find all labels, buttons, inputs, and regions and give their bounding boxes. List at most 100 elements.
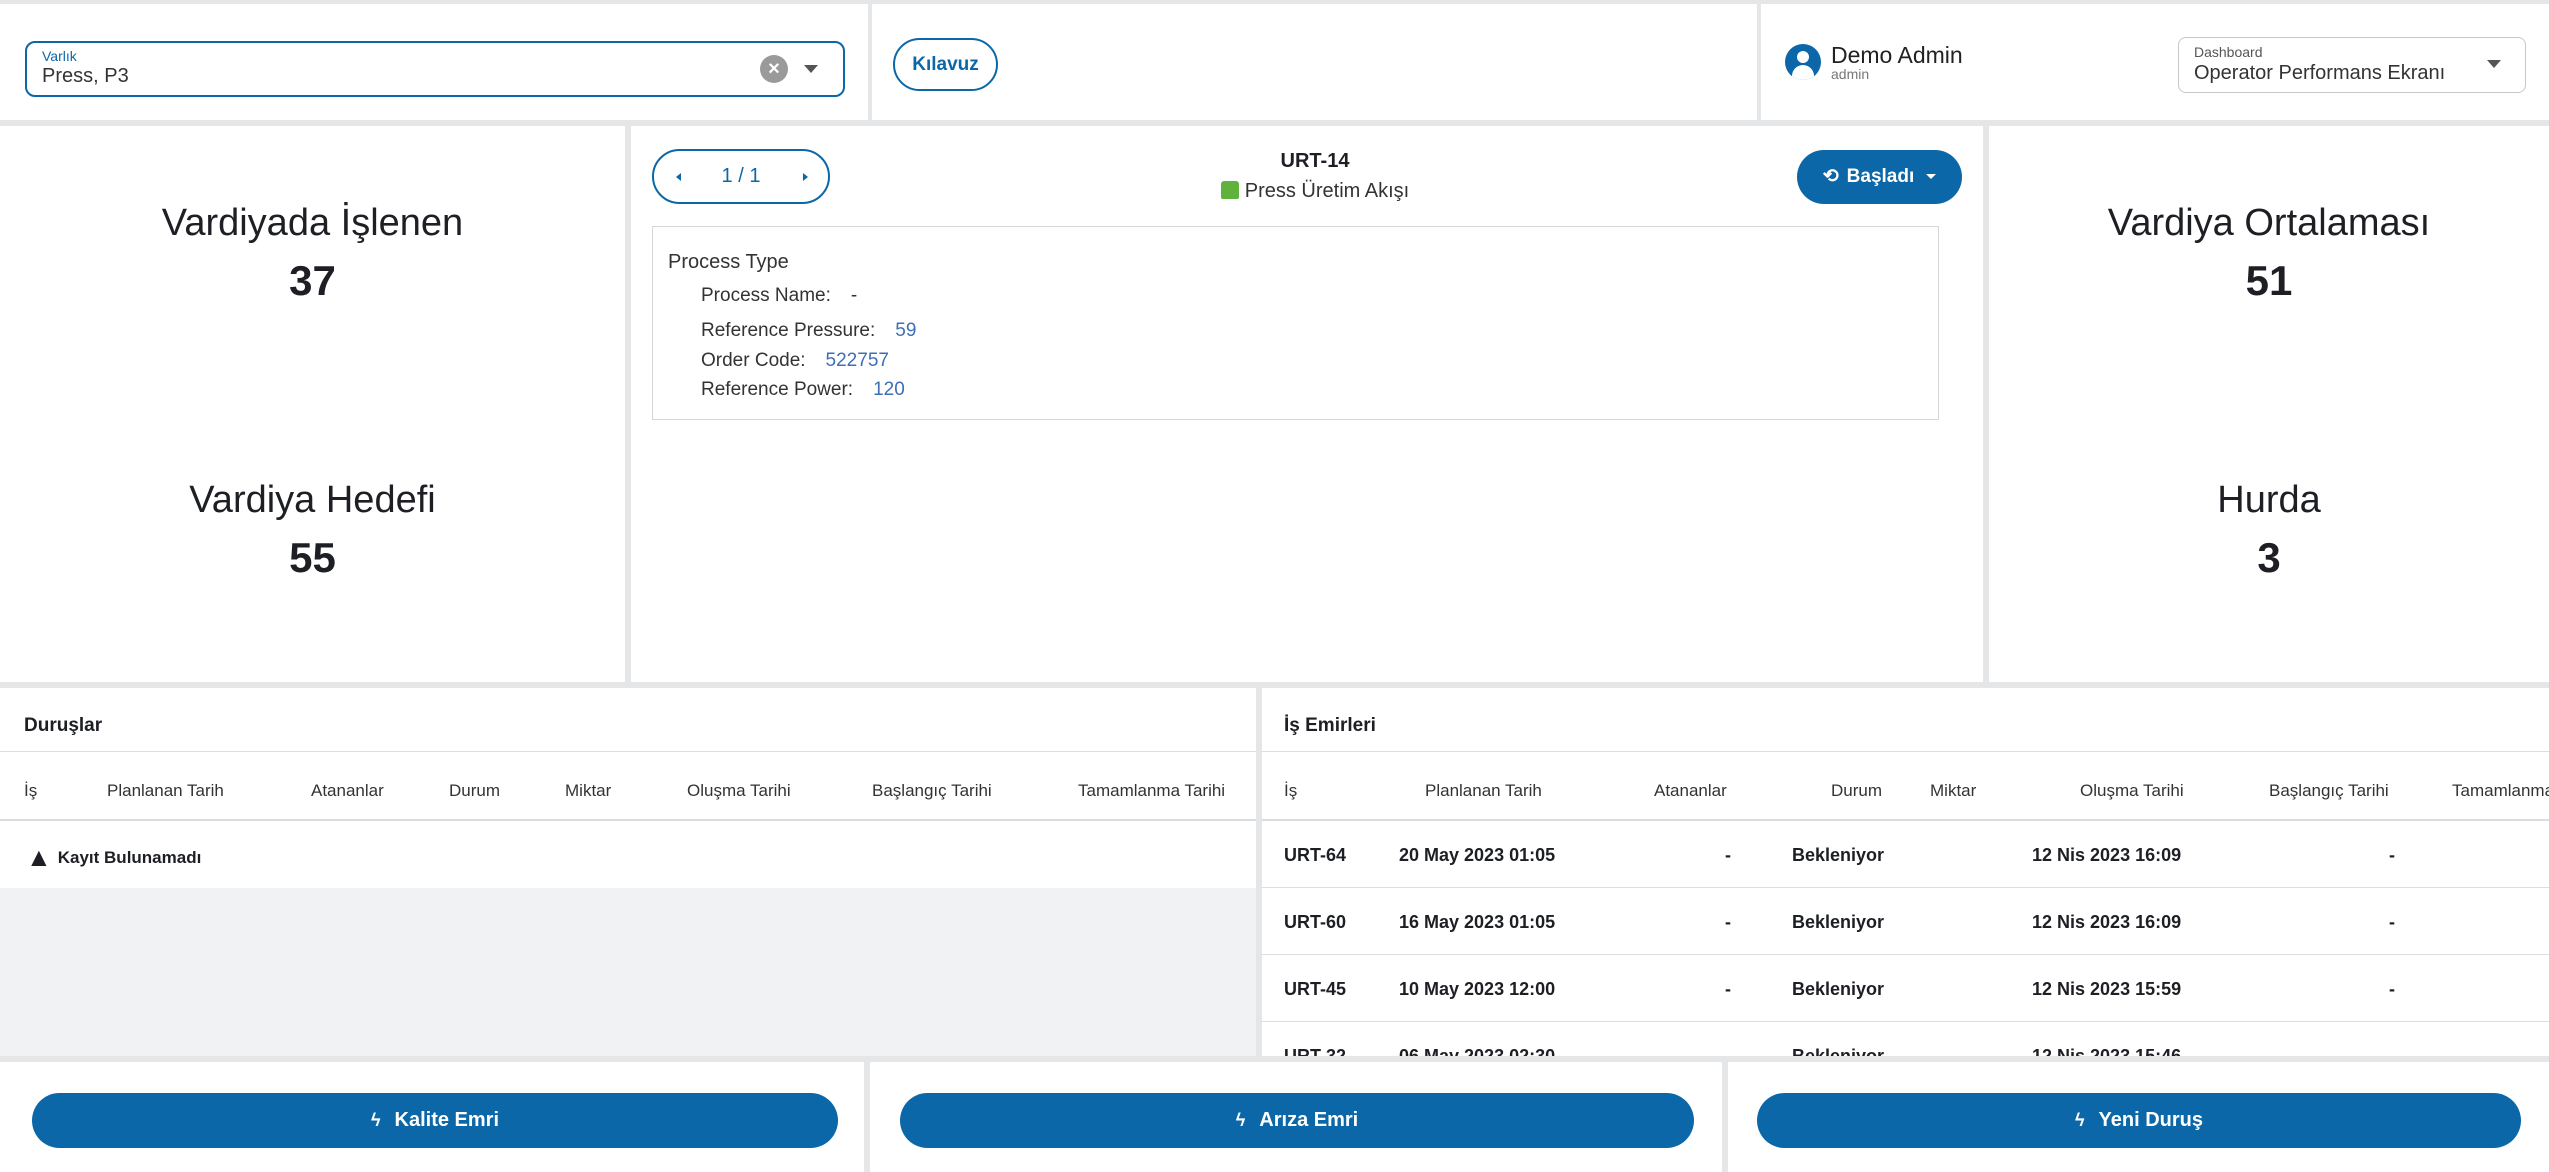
column-header[interactable]: İş — [1284, 781, 1297, 801]
stat-processed-value: 37 — [289, 257, 336, 304]
cell-planned: 16 May 2023 01:05 — [1399, 912, 1556, 932]
process-row: Reference Pressure: 59 — [701, 320, 917, 341]
user-role: admin — [1831, 66, 1870, 82]
work-orders-title: İş Emirleri — [1284, 715, 1376, 736]
work-order-code: URT-14 — [1280, 150, 1350, 172]
pager-text: 1 / 1 — [721, 165, 761, 187]
footer-panel-fault: ϟ Arıza Emri — [870, 1062, 1722, 1172]
chevron-down-icon[interactable] — [2487, 60, 2501, 68]
downtimes-title: Duruşlar — [24, 715, 103, 736]
quality-order-button[interactable]: ϟ Kalite Emri — [32, 1093, 838, 1148]
chevron-right-icon[interactable] — [803, 173, 808, 181]
stat-scrap-label: Hurda — [2217, 479, 2321, 521]
new-downtime-button-label: Yeni Duruş — [2098, 1109, 2203, 1131]
process-box: Process Type Process Name: - Reference Pr… — [652, 226, 1939, 420]
process-row: Order Code: 522757 — [701, 350, 889, 371]
cell-id: URT-45 — [1284, 979, 1347, 999]
flow-name-text: Press Üretim Akışı — [1244, 180, 1410, 202]
column-header[interactable]: Miktar — [1930, 781, 1976, 801]
cell-assignees: - — [1725, 979, 1731, 999]
cell-start: - — [2389, 1046, 2395, 1056]
downtimes-panel: Duruşlar İş Planlanan Tarih Atananlar Du… — [0, 688, 1256, 1056]
cell-planned: 10 May 2023 12:00 — [1399, 979, 1556, 999]
column-header[interactable]: Atananlar — [1654, 781, 1727, 801]
cell-start: - — [2389, 979, 2395, 999]
table-row[interactable]: URT-32 06 May 2023 02:30 - Bekleniyor 12… — [1262, 1022, 2549, 1056]
cell-planned: 06 May 2023 02:30 — [1399, 1046, 1556, 1056]
column-header[interactable]: Tamamlanma Tarihi — [1078, 781, 1225, 801]
stat-panel-right: Vardiya Ortalaması 51 Hurda 3 — [1989, 126, 2549, 682]
work-orders-panel: İş Emirleri İş Planlanan Tarih Atananlar… — [1262, 688, 2549, 1056]
bolt-icon: ϟ — [1235, 1110, 1246, 1130]
clear-icon[interactable]: × — [760, 55, 788, 83]
cell-id: URT-32 — [1284, 1046, 1347, 1056]
cell-id: URT-60 — [1284, 912, 1347, 932]
table-row[interactable]: URT-60 16 May 2023 01:05 - Bekleniyor 12… — [1262, 888, 2549, 955]
cell-status: Bekleniyor — [1792, 845, 1885, 865]
table-row[interactable]: URT-64 20 May 2023 01:05 - Bekleniyor 12… — [1262, 821, 2549, 888]
footer-panel-downtime: ϟ Yeni Duruş — [1728, 1062, 2549, 1172]
column-header[interactable]: Miktar — [565, 781, 611, 801]
process-row: Reference Power: 120 — [701, 379, 905, 400]
cell-created: 12 Nis 2023 16:09 — [2032, 912, 2182, 932]
cell-planned: 20 May 2023 01:05 — [1399, 845, 1556, 865]
cell-status: Bekleniyor — [1792, 912, 1885, 932]
top-bar-user-panel: Demo Admin admin Dashboard Operator Perf… — [1761, 4, 2549, 120]
cell-start: - — [2389, 845, 2395, 865]
stat-processed-label: Vardiyada İşlenen — [161, 202, 464, 244]
cell-created: 12 Nis 2023 15:46 — [2032, 1046, 2182, 1056]
top-bar-asset-panel: Varlık Press, P3 × — [0, 4, 868, 120]
cell-created: 12 Nis 2023 16:09 — [2032, 845, 2182, 865]
column-header[interactable]: Başlangıç Tarihi — [2269, 781, 2389, 801]
column-header[interactable]: Durum — [449, 781, 500, 801]
history-icon: ⟲ — [1822, 166, 1839, 187]
cell-id: URT-64 — [1284, 845, 1347, 865]
fault-order-button-label: Arıza Emri — [1259, 1109, 1359, 1131]
asset-select[interactable]: Varlık Press, P3 × — [25, 41, 845, 97]
dashboard-select-value: Operator Performans Ekranı — [2194, 62, 2446, 84]
chevron-down-icon[interactable] — [804, 65, 818, 73]
cell-created: 12 Nis 2023 15:59 — [2032, 979, 2182, 999]
guide-button[interactable]: Kılavuz — [893, 38, 998, 91]
column-header[interactable]: Oluşma Tarihi — [687, 781, 791, 801]
asset-select-value: Press, P3 — [42, 65, 129, 87]
stat-average-label: Vardiya Ortalaması — [2107, 202, 2431, 244]
fault-order-button[interactable]: ϟ Arıza Emri — [900, 1093, 1694, 1148]
bolt-icon: ϟ — [2074, 1110, 2085, 1130]
process-row: Process Name: - — [701, 285, 858, 306]
user-name: Demo Admin — [1831, 42, 1963, 68]
status-button[interactable]: ⟲ Başladı — [1797, 150, 1962, 204]
column-header[interactable]: Atananlar — [311, 781, 384, 801]
pager[interactable]: 1 / 1 — [652, 149, 830, 204]
stat-scrap-value: 3 — [2257, 534, 2281, 581]
work-order-panel: 1 / 1 URT-14 Press Üretim Akışı ⟲ Başladı… — [631, 126, 1983, 682]
cell-start: - — [2389, 912, 2395, 932]
column-header[interactable]: Planlanan Tarih — [1425, 781, 1542, 801]
stat-panel-left: Vardiyada İşlenen 37 Vardiya Hedefi 55 — [0, 126, 625, 682]
status-button-label: Başladı — [1846, 166, 1915, 187]
column-header[interactable]: Durum — [1831, 781, 1882, 801]
chevron-down-icon — [1926, 174, 1937, 179]
column-header[interactable]: Oluşma Tarihi — [2080, 781, 2184, 801]
cell-assignees: - — [1725, 912, 1731, 932]
process-type-title: Process Type — [668, 251, 789, 273]
dashboard-select-label: Dashboard — [2194, 44, 2263, 60]
column-header[interactable]: İş — [24, 781, 37, 801]
cell-assignees: - — [1725, 1046, 1731, 1056]
dashboard-select[interactable]: Dashboard Operator Performans Ekranı — [2178, 37, 2526, 93]
new-downtime-button[interactable]: ϟ Yeni Duruş — [1757, 1093, 2521, 1148]
footer-panel-quality: ϟ Kalite Emri — [0, 1062, 864, 1172]
table-row[interactable]: URT-45 10 May 2023 12:00 - Bekleniyor 12… — [1262, 955, 2549, 1022]
empty-state-text: Kayıt Bulunamadı — [57, 848, 202, 867]
column-header[interactable]: Başlangıç Tarihi — [872, 781, 992, 801]
column-header[interactable]: Tamamlanma Tarihi — [2452, 781, 2549, 801]
cell-status: Bekleniyor — [1792, 1046, 1885, 1056]
flow-icon — [1220, 181, 1239, 199]
user-avatar-icon — [1785, 44, 1821, 80]
flow-name: Press Üretim Akışı — [1110, 180, 1520, 203]
quality-order-button-label: Kalite Emri — [394, 1109, 499, 1131]
stat-average-value: 51 — [2245, 257, 2293, 304]
stat-target-value: 55 — [289, 534, 336, 581]
asset-select-label: Varlık — [42, 48, 77, 64]
column-header[interactable]: Planlanan Tarih — [107, 781, 224, 801]
